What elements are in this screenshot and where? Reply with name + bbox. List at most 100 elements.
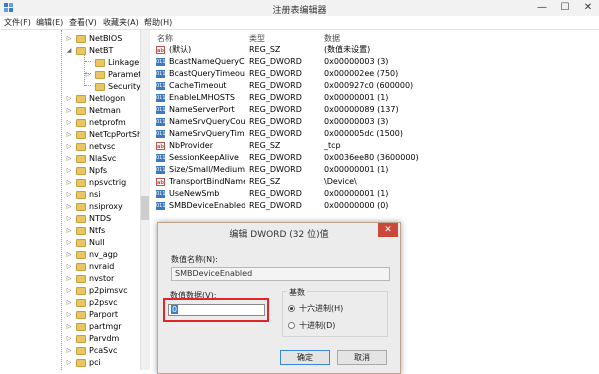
tree-item-label: NetBT: [89, 46, 114, 55]
radix-label: 基数: [287, 287, 307, 298]
maximize-button[interactable]: ☐: [554, 0, 576, 16]
folder-icon: [76, 275, 86, 283]
value-row[interactable]: 011 NameSrvQueryTim... REG_DWORD 0x000005dc…: [153, 128, 599, 140]
dialog-close-button[interactable]: ✕: [378, 223, 398, 237]
value-row[interactable]: 011 CacheTimeout REG_DWORD 0x000927c0 (6000…: [153, 80, 599, 92]
value-row[interactable]: 011 BcastNameQueryC... REG_DWORD 0x00000003…: [153, 56, 599, 68]
folder-icon: [76, 239, 86, 247]
expand-right-icon[interactable]: ▷: [65, 273, 73, 285]
expand-right-icon[interactable]: ▷: [65, 333, 73, 345]
expand-right-icon[interactable]: ▷: [65, 297, 73, 309]
value-row[interactable]: 011 BcastQueryTimeout REG_DWORD 0x000002ee …: [153, 68, 599, 80]
value-data-cell: 0x000005dc (1500): [324, 129, 403, 138]
value-row[interactable]: ab NbProvider REG_SZ _tcp: [153, 140, 599, 152]
value-name-cell: SMBDeviceEnabled: [169, 201, 245, 210]
value-row[interactable]: 011 SessionKeepAlive REG_DWORD 0x0036ee80 (…: [153, 152, 599, 164]
expand-right-icon[interactable]: ▷: [65, 189, 73, 201]
dec-radio-label[interactable]: 十进制(D): [299, 320, 335, 331]
close-button[interactable]: ✕: [577, 0, 599, 16]
menu-view[interactable]: 查看(V): [69, 17, 97, 28]
expand-right-icon[interactable]: ▷: [65, 141, 73, 153]
expand-right-icon[interactable]: ▷: [65, 165, 73, 177]
cancel-button[interactable]: 取消: [337, 350, 387, 365]
registry-key-tree[interactable]: ▷ NetBIOS ◢ NetBT Linkage ▷ Parameters Security…: [0, 30, 140, 370]
expand-right-icon[interactable]: ▷: [65, 177, 73, 189]
expand-right-icon[interactable]: ▷: [65, 249, 73, 261]
expand-right-icon[interactable]: ▷: [65, 153, 73, 165]
menu-favorites[interactable]: 收藏夹(A): [103, 17, 139, 28]
column-header-name[interactable]: 名称: [157, 33, 173, 44]
dialog-title: 编辑 DWORD (32 位)值: [229, 230, 329, 240]
binary-value-icon: 011: [156, 190, 166, 198]
binary-value-icon: 011: [156, 70, 166, 78]
expand-right-icon[interactable]: ▷: [65, 213, 73, 225]
expand-right-icon[interactable]: ▷: [65, 321, 73, 333]
tree-item-label: partmgr: [89, 322, 122, 331]
expand-right-icon[interactable]: ▷: [65, 33, 73, 45]
value-data-cell: 0x0036ee80 (3600000): [324, 153, 419, 162]
tree-item-label: NTDS: [89, 214, 112, 223]
expand-right-icon[interactable]: ▷: [65, 237, 73, 249]
menu-help[interactable]: 帮助(H): [144, 17, 172, 28]
expand-right-icon[interactable]: ▷: [65, 309, 73, 321]
value-row[interactable]: ab TransportBindName REG_SZ \Device\: [153, 176, 599, 188]
column-header-data[interactable]: 数据: [324, 33, 340, 44]
expand-down-icon[interactable]: ◢: [65, 45, 73, 57]
tree-item-label: nvraid: [89, 262, 115, 271]
menu-file[interactable]: 文件(F): [4, 17, 31, 28]
hex-radio[interactable]: [288, 305, 295, 312]
expand-right-icon[interactable]: ▷: [65, 261, 73, 273]
folder-icon: [76, 287, 86, 295]
folder-icon: [76, 35, 86, 43]
column-header-type[interactable]: 类型: [249, 33, 265, 44]
tree-item-label: NetTcpPortSha: [89, 130, 140, 139]
tree-item-label: nsiproxy: [89, 202, 123, 211]
dec-radio[interactable]: [288, 322, 295, 329]
value-name-cell: NameSrvQueryTim...: [169, 129, 245, 138]
binary-value-icon: 011: [156, 118, 166, 126]
value-type-cell: REG_DWORD: [249, 93, 302, 102]
folder-icon: [76, 107, 86, 115]
tree-item-label: p2pimsvc: [89, 286, 128, 295]
folder-icon: [76, 251, 86, 259]
value-type-cell: REG_DWORD: [249, 105, 302, 114]
expand-right-icon[interactable]: ▷: [65, 129, 73, 141]
expand-right-icon[interactable]: ▷: [65, 357, 73, 369]
value-row[interactable]: 011 EnableLMHOSTS REG_DWORD 0x00000001 (1): [153, 92, 599, 104]
expand-right-icon[interactable]: ▷: [65, 105, 73, 117]
value-type-cell: REG_DWORD: [249, 165, 302, 174]
menu-edit[interactable]: 编辑(E): [36, 17, 63, 28]
ok-button[interactable]: 确定: [280, 350, 330, 365]
hex-radio-label[interactable]: 十六进制(H): [299, 303, 343, 314]
value-row[interactable]: 011NameSrvQueryCount REG_DWORD 0x00000003 …: [153, 116, 599, 128]
folder-icon: [76, 179, 86, 187]
tree-scrollbar-thumb[interactable]: [141, 196, 149, 220]
expand-right-icon[interactable]: ▷: [65, 117, 73, 129]
folder-icon: [95, 83, 105, 91]
tree-item-label: Npfs: [89, 166, 108, 175]
value-row[interactable]: 011 Size/Small/Medium... REG_DWORD 0x000000…: [153, 164, 599, 176]
value-data-cell: 0x00000089 (137): [324, 105, 399, 114]
value-type-cell: REG_DWORD: [249, 153, 302, 162]
minimize-button[interactable]: —: [531, 0, 553, 16]
tree-item-label: nsi: [89, 190, 101, 199]
expand-right-icon[interactable]: ▷: [65, 345, 73, 357]
value-type-cell: REG_DWORD: [249, 189, 302, 198]
expand-right-icon[interactable]: ▷: [65, 225, 73, 237]
value-row[interactable]: ab (默认) REG_SZ (数值未设置): [153, 44, 599, 56]
expand-right-icon[interactable]: ▷: [65, 93, 73, 105]
expand-right-icon[interactable]: ▷: [84, 69, 92, 81]
tree-item-label: Linkage: [108, 58, 140, 67]
value-name-cell: CacheTimeout: [169, 81, 227, 90]
highlight-annotation-box: [163, 298, 269, 322]
value-row[interactable]: 011 UseNewSmb REG_DWORD 0x00000001 (1): [153, 188, 599, 200]
value-row[interactable]: 011 SMBDeviceEnabled REG_DWORD 0x00000000 (…: [153, 200, 599, 212]
folder-icon: [76, 119, 86, 127]
value-row[interactable]: 011 NameServerPort REG_DWORD 0x00000089 (13…: [153, 104, 599, 116]
folder-icon: [76, 335, 86, 343]
tree-item-label: pci: [89, 358, 101, 367]
expand-right-icon[interactable]: ▷: [65, 285, 73, 297]
folder-icon: [76, 311, 86, 319]
expand-right-icon[interactable]: ▷: [65, 201, 73, 213]
folder-icon: [95, 59, 105, 67]
